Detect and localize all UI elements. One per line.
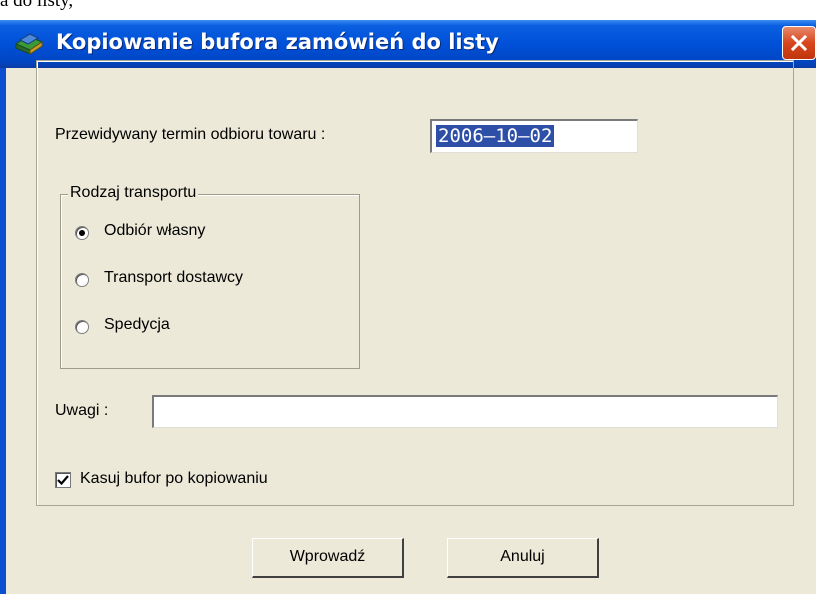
radio-label-odbior-wlasny[interactable]: Odbiór własny — [104, 222, 205, 240]
notes-input[interactable] — [152, 395, 778, 428]
checkmark-icon — [57, 475, 69, 486]
radio-spedycja[interactable] — [75, 320, 89, 334]
close-icon — [790, 34, 808, 52]
background-text: a do listy, — [0, 0, 74, 11]
clear-buffer-checkbox[interactable] — [55, 472, 71, 488]
window-left-border — [0, 68, 6, 594]
date-value: 2006–10–02 — [436, 125, 555, 147]
radio-label-spedycja[interactable]: Spedycja — [104, 316, 170, 334]
date-input[interactable]: 2006–10–02 — [430, 119, 638, 153]
radio-odbior-wlasny[interactable] — [75, 226, 89, 240]
radio-transport-dostawcy[interactable] — [75, 273, 89, 287]
notes-label: Uwagi : — [55, 402, 109, 419]
books-icon — [14, 33, 44, 55]
radio-dot — [79, 230, 85, 236]
radio-label-transport-dostawcy[interactable]: Transport dostawcy — [104, 269, 243, 287]
transport-legend: Rodzaj transportu — [68, 184, 199, 202]
ok-button[interactable]: Wprowadź — [252, 538, 404, 578]
cancel-button[interactable]: Anuluj — [447, 538, 599, 578]
clear-buffer-label[interactable]: Kasuj bufor po kopiowaniu — [80, 470, 268, 488]
close-button[interactable] — [782, 26, 816, 60]
window-title: Kopiowanie bufora zamówień do listy — [56, 30, 499, 54]
date-label: Przewidywany termin odbioru towaru : — [55, 126, 326, 143]
dialog-window: Kopiowanie bufora zamówień do listy Prze… — [0, 20, 816, 594]
